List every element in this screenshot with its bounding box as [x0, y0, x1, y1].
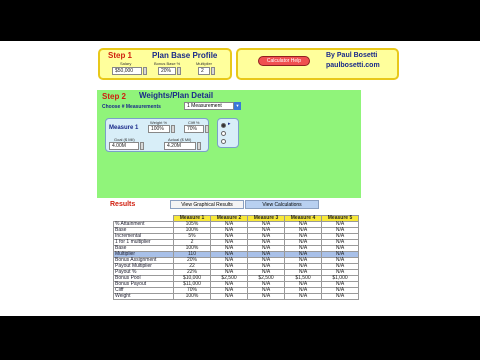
calculator-page: Step 1 Plan Base Profile Salary $50,000 …	[0, 41, 480, 316]
bonus-base-input[interactable]: 20%	[158, 67, 176, 75]
salary-stepper[interactable]	[143, 67, 147, 75]
salary-input[interactable]: $50,000	[112, 67, 142, 75]
step1-panel: Step 1 Plan Base Profile Salary $50,000 …	[98, 48, 232, 80]
step1-title: Plan Base Profile	[152, 51, 218, 60]
scenario-radio-group: ▸	[217, 118, 239, 148]
table-cell: N/A	[321, 293, 359, 300]
step2-title: Weights/Plan Detail	[139, 91, 214, 100]
measurements-select[interactable]: 1 Measurement	[184, 102, 234, 110]
header-panel: Calculator Help By Paul Bosetti paulbose…	[236, 48, 399, 80]
cliff-input[interactable]: 70%	[184, 125, 204, 133]
step2-panel: Step 2 Weights/Plan Detail Choose # Meas…	[97, 90, 361, 198]
author-name: By Paul Bosetti	[326, 52, 378, 59]
actual-stepper[interactable]	[197, 142, 201, 150]
goal-input[interactable]: 4.00M	[109, 142, 139, 150]
measure1-name: Measure 1	[109, 125, 139, 131]
measure1-box: Measure 1 Weight % 100% Cliff % 70% Goal…	[105, 118, 209, 152]
multiplier-stepper[interactable]	[211, 67, 215, 75]
table-cell: N/A	[210, 293, 248, 300]
author-website[interactable]: paulbosetti.com	[326, 62, 380, 69]
actual-input[interactable]: 4.20M	[164, 142, 196, 150]
table-cell: N/A	[284, 293, 322, 300]
cliff-stepper[interactable]	[205, 125, 209, 133]
multiplier-label: Multiplier	[196, 61, 213, 66]
salary-label: Salary	[120, 61, 132, 66]
weight-input[interactable]: 100%	[148, 125, 170, 133]
view-graphical-results-button[interactable]: View Graphical Results	[170, 200, 244, 209]
calculator-help-button[interactable]: Calculator Help	[258, 56, 310, 66]
bonus-base-stepper[interactable]	[177, 67, 181, 75]
step2-label: Step 2	[102, 92, 127, 101]
results-table: Measure 1 Measure 2 Measure 3 Measure 4 …	[113, 215, 359, 300]
goal-stepper[interactable]	[140, 142, 144, 150]
scenario-radio-3[interactable]	[221, 139, 226, 144]
choose-measurements-label: Choose # Measurements	[102, 104, 161, 110]
scenario-radio-2[interactable]	[221, 131, 226, 136]
multiplier-input[interactable]: 2	[198, 67, 210, 75]
arrow-right-icon: ▸	[228, 121, 231, 127]
step1-label: Step 1	[108, 51, 133, 60]
view-calculations-button[interactable]: View Calculations	[245, 200, 319, 209]
results-body: % Attainment 105% N/A N/A N/A N/A Base 100% N/A N…	[113, 221, 359, 300]
bonus-base-label: Bonus Base %	[154, 61, 181, 66]
table-row: Weight 100% N/A N/A N/A N/A	[113, 293, 359, 300]
row-label: Weight	[113, 293, 174, 300]
scenario-radio-1[interactable]	[221, 123, 226, 128]
table-cell: N/A	[247, 293, 285, 300]
table-cell: 100%	[173, 293, 211, 300]
chevron-down-icon[interactable]: ▼	[234, 102, 241, 110]
weight-stepper[interactable]	[171, 125, 175, 133]
results-label: Results	[110, 201, 136, 208]
